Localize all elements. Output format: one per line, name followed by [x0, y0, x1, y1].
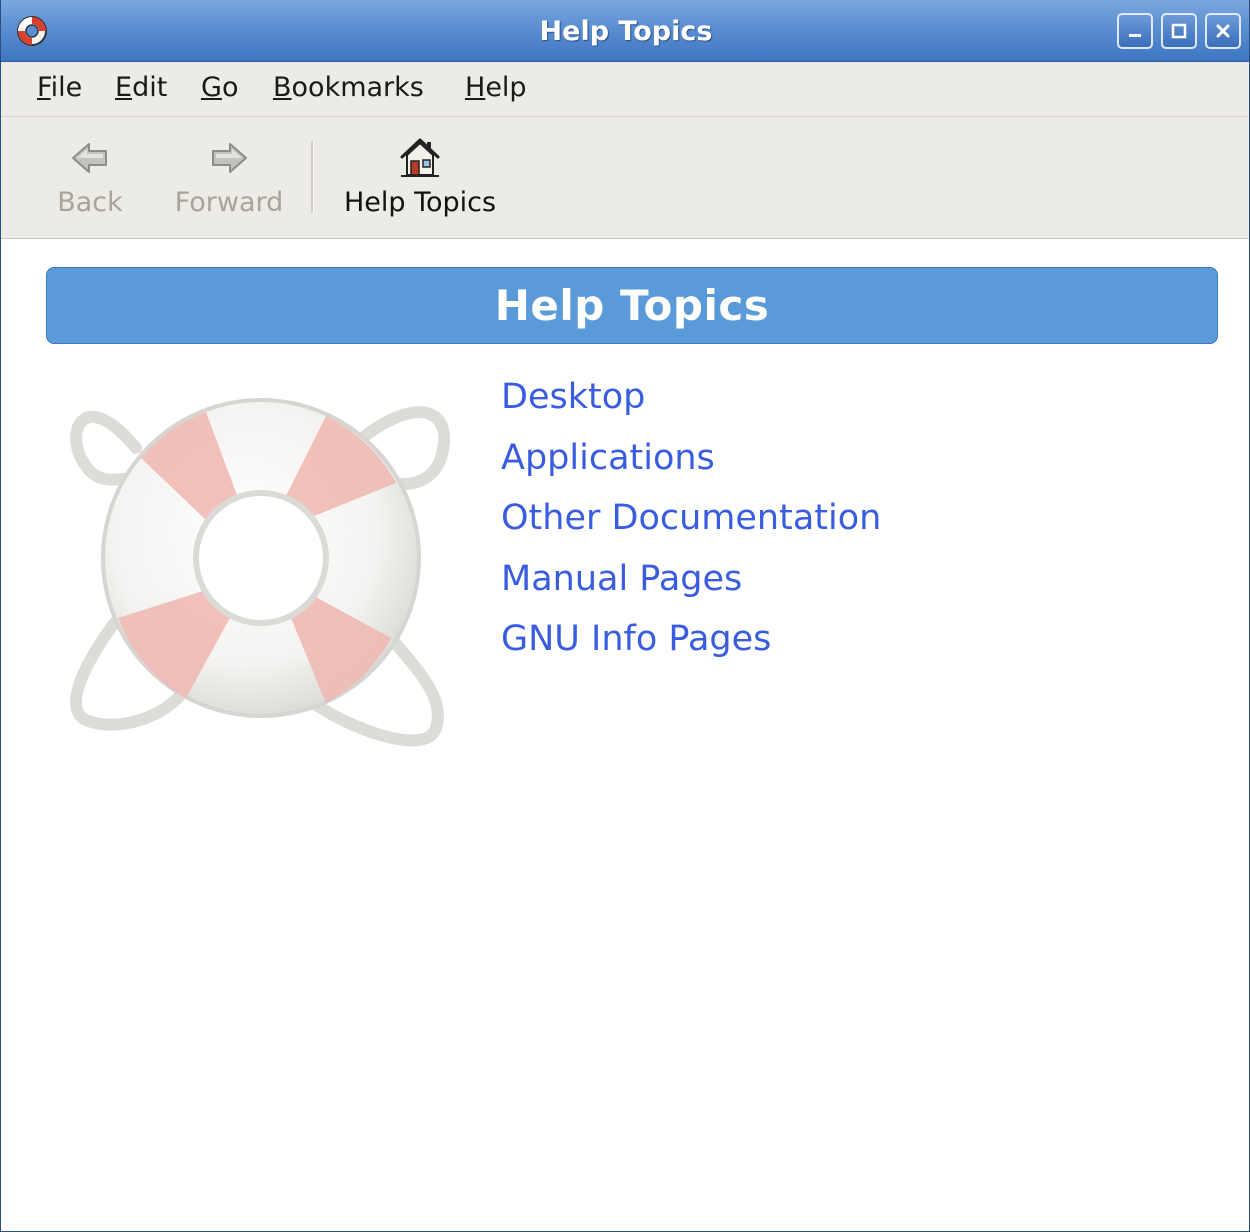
menu-file[interactable]: File [33, 72, 86, 103]
toolbar-separator [311, 141, 314, 213]
close-button[interactable] [1205, 13, 1241, 49]
title-bar[interactable]: Help Topics [1, 0, 1249, 62]
menu-go[interactable]: Go [197, 72, 242, 103]
list-item: Other Documentation [501, 493, 881, 554]
back-label: Back [57, 187, 123, 218]
back-button[interactable]: Back [47, 127, 133, 231]
home-icon [400, 138, 440, 177]
page-banner: Help Topics [46, 267, 1218, 344]
topic-link-manual-pages[interactable]: Manual Pages [501, 559, 742, 599]
menu-edit[interactable]: Edit [111, 72, 171, 103]
list-item: GNU Info Pages [501, 614, 881, 675]
forward-button[interactable]: Forward [169, 127, 289, 231]
topic-link-applications[interactable]: Applications [501, 438, 715, 478]
topic-link-gnu-info-pages[interactable]: GNU Info Pages [501, 619, 771, 659]
menu-bar: File Edit Go Bookmarks Help [1, 62, 1249, 117]
maximize-icon [1171, 23, 1187, 39]
topic-link-other-documentation[interactable]: Other Documentation [501, 498, 881, 538]
topic-list: Desktop Applications Other Documentation… [501, 372, 881, 675]
minimize-icon [1129, 34, 1141, 37]
list-item: Applications [501, 433, 881, 494]
lifebuoy-illustration-icon [70, 398, 451, 747]
menu-bookmarks[interactable]: Bookmarks [269, 72, 428, 103]
window-title: Help Topics [539, 16, 713, 47]
minimize-button[interactable] [1117, 13, 1153, 49]
forward-arrow-icon [212, 143, 247, 173]
topic-link-desktop[interactable]: Desktop [501, 377, 645, 417]
list-item: Manual Pages [501, 554, 881, 615]
forward-label: Forward [174, 187, 284, 218]
list-item: Desktop [501, 372, 881, 433]
page-title: Help Topics [494, 281, 770, 330]
toolbar: Back Forward Help Topics [1, 117, 1249, 239]
help-window: Help Topics File Edit Go Bookmarks Help [0, 0, 1250, 1232]
content-area: Help Topics Desktop Applications Other D… [1, 240, 1249, 1231]
maximize-button[interactable] [1161, 13, 1197, 49]
back-arrow-icon [72, 143, 107, 173]
menu-help[interactable]: Help [461, 72, 531, 103]
help-topics-button[interactable]: Help Topics [335, 127, 505, 231]
help-topics-label: Help Topics [343, 187, 497, 218]
close-icon [1216, 24, 1230, 38]
